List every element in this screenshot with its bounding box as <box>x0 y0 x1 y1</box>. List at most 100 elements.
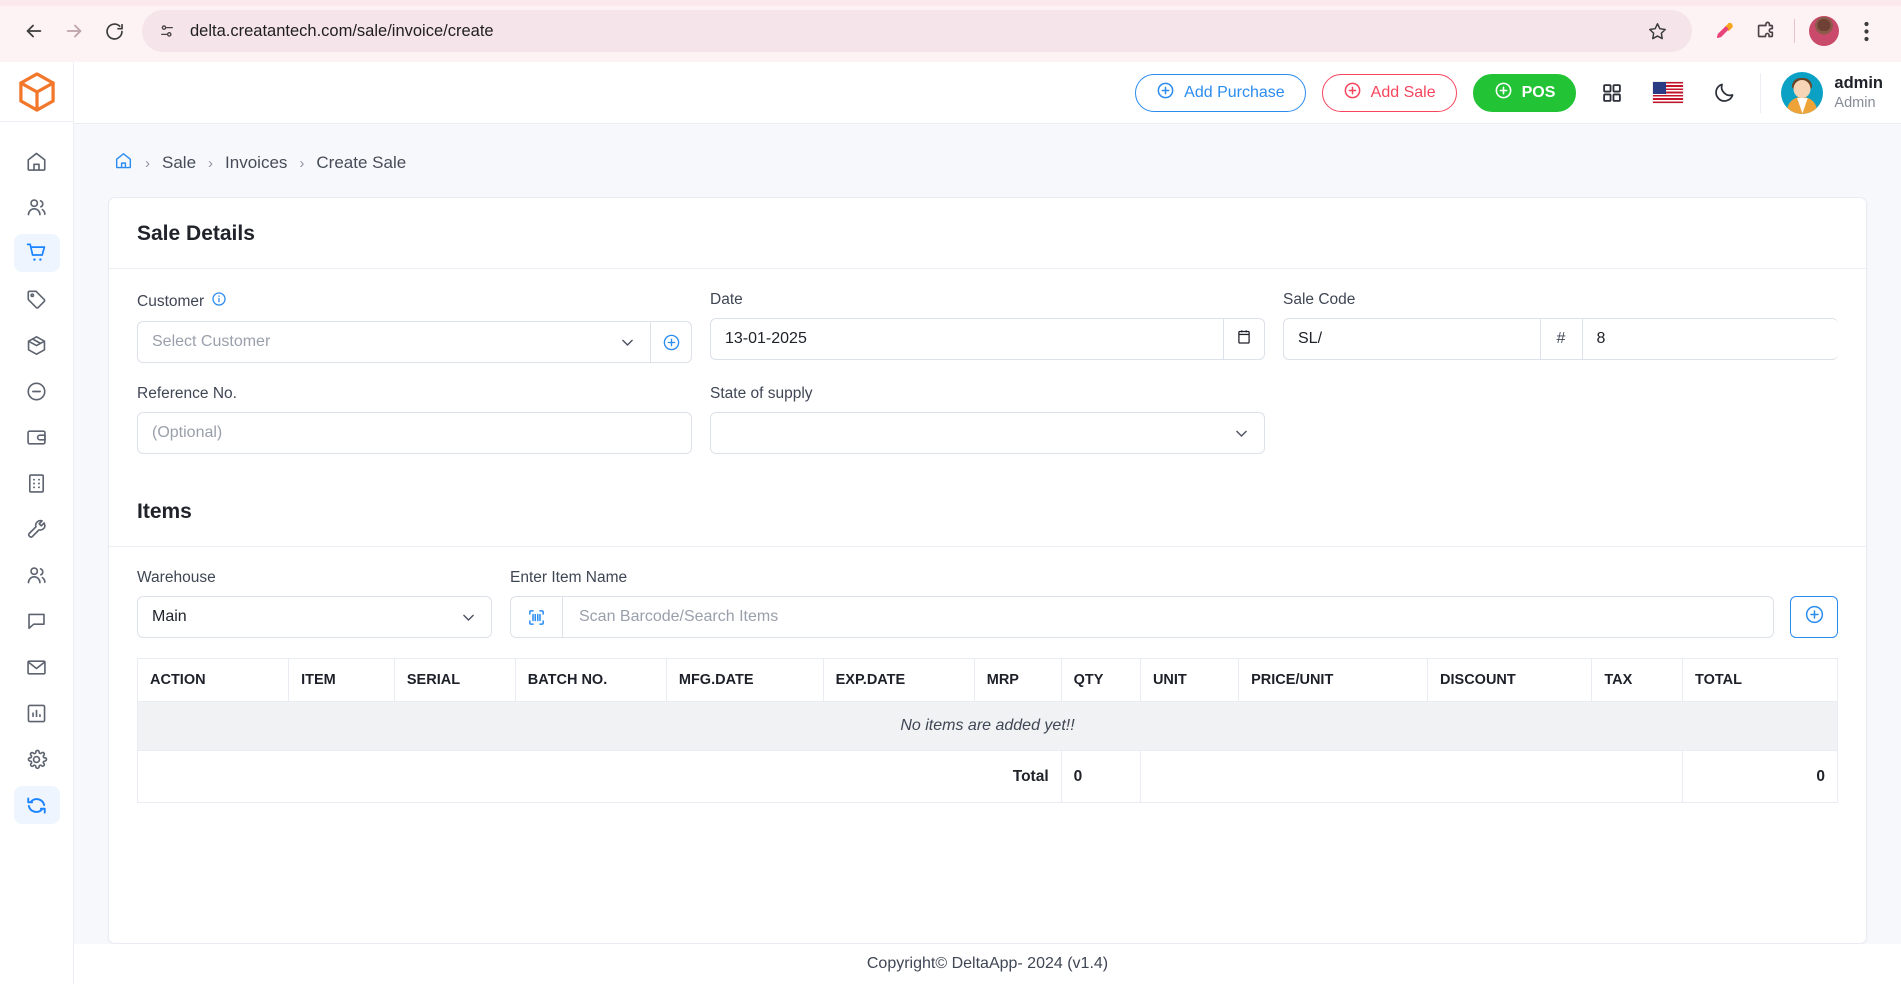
sidebar-item-analytics[interactable] <box>14 694 60 732</box>
item-search-input[interactable]: Scan Barcode/Search Items <box>562 596 1774 638</box>
state-of-supply-select[interactable] <box>710 412 1265 454</box>
sidebar-item-home[interactable] <box>14 142 60 180</box>
column-discount: DISCOUNT <box>1428 659 1592 702</box>
eyedropper-icon[interactable] <box>1702 10 1744 52</box>
shopping-cart-icon <box>25 241 49 265</box>
sale-code-prefix-value: SL/ <box>1298 330 1322 348</box>
minus-circle-icon <box>25 380 48 403</box>
user-menu[interactable]: admin Admin <box>1777 72 1883 114</box>
footer: Copyright© DeltaApp- 2024 (v1.4) <box>74 944 1901 984</box>
reference-input[interactable]: (Optional) <box>137 412 692 454</box>
grid-apps-icon[interactable] <box>1592 73 1632 113</box>
customer-select-value: Select Customer <box>152 333 270 351</box>
breadcrumb: › Sale › Invoices › Create Sale <box>74 124 1901 197</box>
sidebar-item-chat[interactable] <box>14 602 60 640</box>
customer-select[interactable]: Select Customer <box>137 321 650 363</box>
customer-label: Customer <box>137 293 204 311</box>
sale-code-input-group: SL/ # 8 <box>1283 318 1838 360</box>
user-role: Admin <box>1834 94 1883 112</box>
date-picker-button[interactable] <box>1223 318 1265 360</box>
sale-code-prefix-input[interactable]: SL/ <box>1283 318 1540 360</box>
customer-select-group: Select Customer <box>137 321 692 363</box>
add-sale-label: Add Sale <box>1371 84 1436 102</box>
add-sale-button[interactable]: Add Sale <box>1322 74 1457 112</box>
sidebar-item-tools[interactable] <box>14 510 60 548</box>
sidebar-item-purchase[interactable] <box>14 280 60 318</box>
chevron-down-icon <box>460 609 477 626</box>
column-qty: QTY <box>1061 659 1140 702</box>
breadcrumb-item-sale[interactable]: Sale <box>162 153 196 173</box>
user-text: admin Admin <box>1834 73 1883 112</box>
extensions-puzzle-icon[interactable] <box>1744 10 1786 52</box>
box-package-icon <box>25 334 48 357</box>
sidebar-item-settings[interactable] <box>14 740 60 778</box>
cube-logo-icon[interactable] <box>0 62 73 122</box>
column-exp-date: EXP.DATE <box>823 659 974 702</box>
sidebar-item-contacts[interactable] <box>14 188 60 226</box>
empty-state-row: No items are added yet!! <box>138 702 1838 751</box>
total-label: Total <box>150 768 1049 786</box>
pos-button[interactable]: POS <box>1473 74 1577 112</box>
wallet-icon <box>25 426 48 449</box>
add-purchase-button[interactable]: Add Purchase <box>1135 74 1306 112</box>
total-qty: 0 <box>1061 751 1140 803</box>
add-item-button[interactable] <box>1790 596 1838 638</box>
home-icon <box>25 150 48 173</box>
plus-circle-icon <box>1494 81 1513 105</box>
sidebar-item-products[interactable] <box>14 326 60 364</box>
address-bar[interactable]: delta.creatantech.com/sale/invoice/creat… <box>142 10 1692 52</box>
barcode-scan-icon[interactable] <box>510 596 562 638</box>
star-icon[interactable] <box>1638 12 1676 50</box>
bar-chart-icon <box>25 702 48 725</box>
add-customer-button[interactable] <box>650 321 692 363</box>
sidebar-item-payments[interactable] <box>14 418 60 456</box>
sale-code-number-input[interactable]: 8 <box>1582 318 1839 360</box>
state-of-supply-label: State of supply <box>710 385 1265 403</box>
sale-code-number-value: 8 <box>1597 330 1606 348</box>
page-body: › Sale › Invoices › Create Sale Sale Det… <box>74 124 1901 944</box>
info-circle-icon[interactable] <box>211 291 227 312</box>
state-of-supply-field-group: State of supply <box>710 385 1265 454</box>
chat-bubble-icon <box>25 610 48 633</box>
total-amount: 0 <box>1683 751 1838 803</box>
home-icon[interactable] <box>114 151 133 175</box>
app-shell: Add Purchase Add Sale POS <box>0 62 1901 984</box>
column-mfg-date: MFG.DATE <box>666 659 823 702</box>
column-mrp: MRP <box>974 659 1061 702</box>
add-purchase-label: Add Purchase <box>1184 84 1285 102</box>
chevron-down-icon <box>1233 425 1250 442</box>
sidebar-item-reports-grid[interactable] <box>14 464 60 502</box>
breadcrumb-item-invoices[interactable]: Invoices <box>225 153 287 173</box>
back-arrow-icon[interactable] <box>14 11 54 51</box>
column-price-unit: PRICE/UNIT <box>1239 659 1428 702</box>
breadcrumb-separator: › <box>145 155 150 172</box>
sidebar-item-expenses[interactable] <box>14 372 60 410</box>
column-serial: SERIAL <box>394 659 515 702</box>
column-tax: TAX <box>1592 659 1683 702</box>
user-name: admin <box>1834 73 1883 94</box>
sidebar-item-sync[interactable] <box>14 786 60 824</box>
sidebar-item-sale[interactable] <box>14 234 60 272</box>
sidebar-item-users[interactable] <box>14 556 60 594</box>
forward-arrow-icon <box>54 11 94 51</box>
sidebar-item-mail[interactable] <box>14 648 60 686</box>
profile-avatar-icon[interactable] <box>1803 10 1845 52</box>
refresh-sync-icon <box>25 794 48 817</box>
content-column: Add Purchase Add Sale POS <box>74 62 1901 984</box>
moon-dark-mode-icon[interactable] <box>1704 73 1744 113</box>
reload-icon[interactable] <box>94 11 134 51</box>
date-value: 13-01-2025 <box>725 330 807 348</box>
us-flag-icon[interactable] <box>1648 73 1688 113</box>
column-unit: UNIT <box>1140 659 1238 702</box>
column-action: ACTION <box>138 659 289 702</box>
hash-symbol: # <box>1557 330 1566 348</box>
wrench-icon <box>25 518 48 541</box>
warehouse-select[interactable]: Main <box>137 596 492 638</box>
reference-label: Reference No. <box>137 385 692 403</box>
date-input[interactable]: 13-01-2025 <box>710 318 1223 360</box>
browser-chrome: delta.creatantech.com/sale/invoice/creat… <box>0 0 1901 62</box>
column-batch-no: BATCH NO. <box>515 659 666 702</box>
three-dots-menu-icon[interactable] <box>1845 10 1887 52</box>
column-item: ITEM <box>289 659 395 702</box>
site-settings-icon[interactable] <box>158 22 176 40</box>
